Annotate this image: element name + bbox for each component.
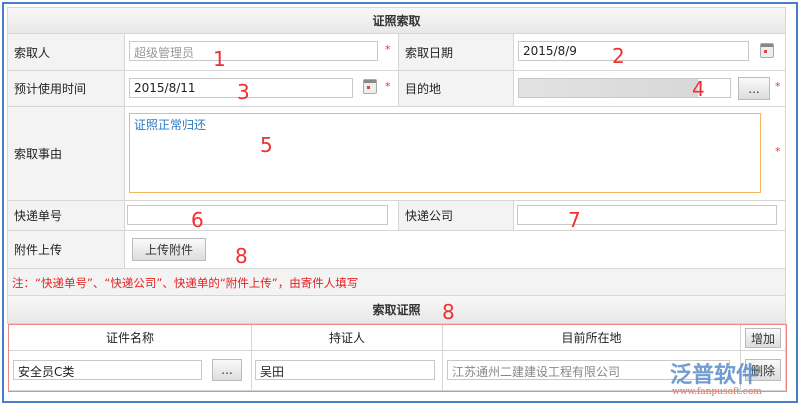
annotation-6: 6 (191, 208, 204, 232)
watermark-url: www.fanpusoft.com (672, 387, 762, 397)
watermark-logo: 泛普软件 (670, 363, 759, 388)
note-text: 注：“快递单号”、“快递公司”、快递单的“附件上传”，由寄件人填写 (7, 268, 786, 296)
annotation-5: 5 (260, 133, 273, 157)
request-date-label: 索取日期 (398, 33, 514, 71)
expected-use-label: 预计使用时间 (7, 70, 125, 107)
col-header-location: 目前所在地 (442, 324, 741, 351)
attachment-cell (124, 230, 786, 269)
tracking-label: 快递单号 (7, 200, 125, 231)
annotation-3: 3 (237, 80, 250, 104)
attachment-label: 附件上传 (7, 230, 125, 269)
annotation-8b: 8 (442, 300, 455, 324)
annotation-4: 4 (692, 77, 705, 101)
add-cert-button[interactable]: 增加 (745, 328, 781, 348)
requester-input[interactable]: 超级管理员 (129, 41, 378, 61)
destination-label: 目的地 (398, 70, 514, 107)
requester-label: 索取人 (7, 33, 125, 71)
required-mark: * (775, 145, 781, 158)
col-header-name: 证件名称 (8, 324, 252, 351)
upload-attachment-button[interactable]: 上传附件 (132, 238, 206, 261)
annotation-2: 2 (612, 44, 625, 68)
calendar-icon[interactable] (363, 79, 377, 94)
annotation-1: 1 (213, 47, 226, 71)
cert-name-input[interactable]: 安全员C类 (13, 360, 202, 380)
tracking-input[interactable] (127, 205, 388, 225)
courier-input[interactable] (517, 205, 777, 225)
required-mark: * (775, 80, 781, 93)
courier-label: 快递公司 (398, 200, 514, 231)
required-mark: * (385, 80, 391, 93)
destination-picker-button[interactable]: ... (738, 77, 770, 100)
reason-textarea[interactable]: 证照正常归还 (129, 113, 761, 193)
form-title: 证照索取 (7, 7, 786, 34)
certs-title: 索取证照 (7, 295, 786, 324)
required-mark: * (385, 43, 391, 56)
request-date-input[interactable]: 2015/8/9 (518, 41, 749, 61)
reason-label: 索取事由 (7, 106, 125, 201)
cert-picker-button[interactable]: ... (212, 359, 242, 381)
calendar-icon[interactable] (760, 43, 774, 58)
col-header-holder: 持证人 (251, 324, 443, 351)
annotation-7: 7 (568, 208, 581, 232)
annotation-8: 8 (235, 244, 248, 268)
holder-input[interactable]: 吴田 (255, 360, 435, 380)
